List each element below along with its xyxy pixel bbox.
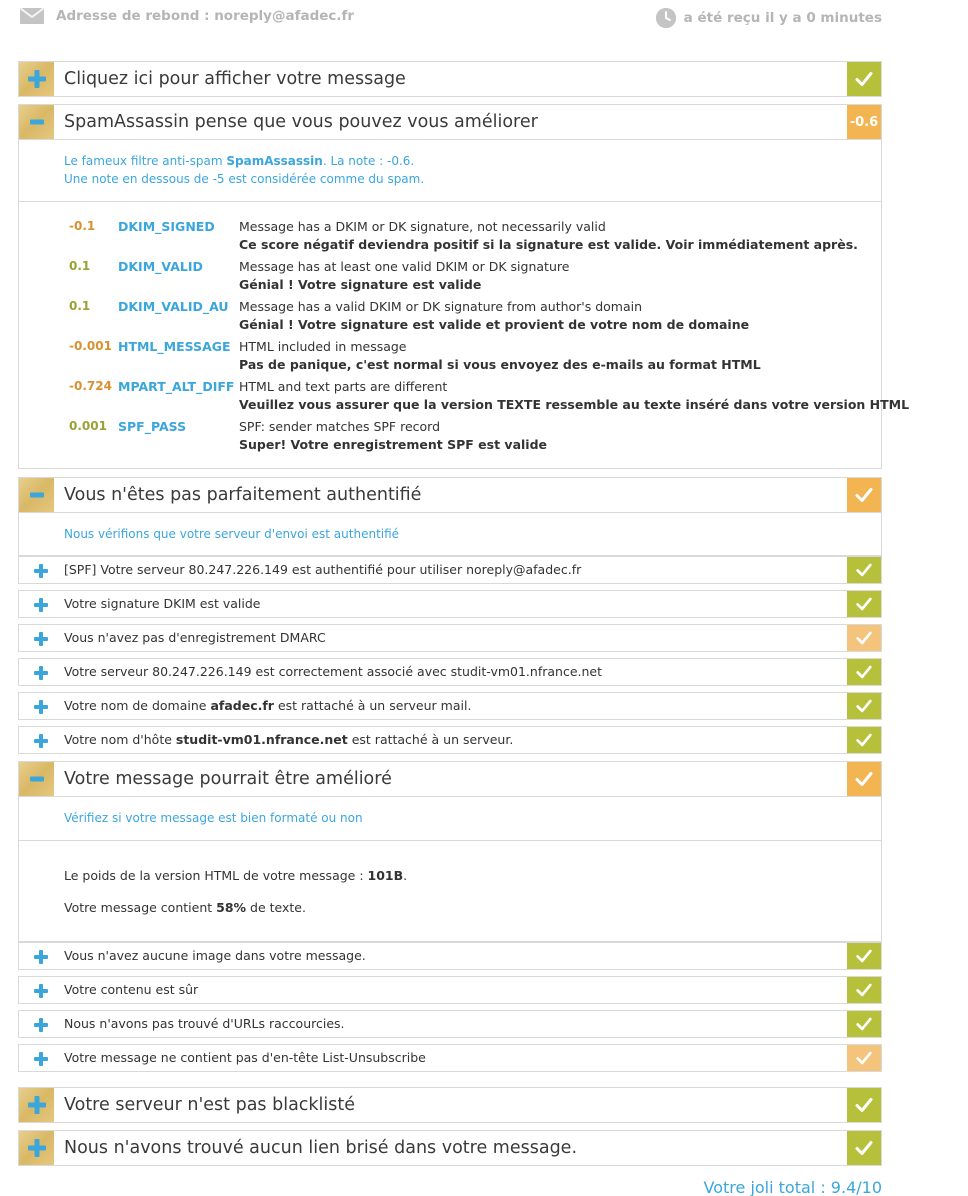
section-auth-header[interactable]: Vous n'êtes pas parfaitement authentifié — [18, 477, 882, 513]
auth-item[interactable]: Vous n'avez pas d'enregistrement DMARC — [18, 624, 882, 652]
format-item[interactable]: Vous n'avez aucune image dans votre mess… — [18, 942, 882, 970]
section-title: Votre serveur n'est pas blacklisté — [64, 1095, 356, 1115]
minus-icon — [27, 112, 47, 132]
html-weight: Le poids de la version HTML de votre mes… — [64, 868, 408, 883]
format-item[interactable]: Votre contenu est sûr — [18, 976, 882, 1004]
plus-icon[interactable] — [33, 983, 49, 999]
auth-intro-panel: Nous vérifions que votre serveur d'envoi… — [18, 513, 882, 556]
rule-row: 0.1 DKIM_VALID Message has at least one … — [69, 259, 570, 292]
rule-row: 0.001 SPF_PASS SPF: sender matches SPF r… — [69, 419, 548, 452]
rule-row: -0.001 HTML_MESSAGE HTML included in mes… — [69, 339, 761, 372]
auth-intro: Nous vérifions que votre serveur d'envoi… — [64, 527, 400, 541]
format-item[interactable]: Votre message ne contient pas d'en-tête … — [18, 1044, 882, 1072]
rule-row: -0.724 MPART_ALT_DIFF HTML and text part… — [69, 379, 910, 412]
check-icon — [847, 625, 881, 651]
expand-toggle[interactable] — [19, 1131, 54, 1165]
check-icon — [847, 591, 881, 617]
section-message-header[interactable]: Cliquez ici pour afficher votre message — [18, 61, 882, 97]
minus-icon — [27, 485, 47, 505]
clock-icon — [655, 8, 676, 28]
auth-item[interactable]: Votre nom de domaine afadec.fr est ratta… — [18, 692, 882, 720]
plus-icon — [27, 1095, 47, 1115]
received-info: a été reçu il y a 0 minutes — [655, 8, 882, 28]
divider — [19, 840, 881, 841]
check-icon — [847, 659, 881, 685]
section-format-header[interactable]: Votre message pourrait être amélioré — [18, 761, 882, 797]
auth-item[interactable]: Votre serveur 80.247.226.149 est correct… — [18, 658, 882, 686]
minus-icon — [27, 769, 47, 789]
section-title: Vous n'êtes pas parfaitement authentifié — [64, 485, 422, 505]
rule-row: 0.1 DKIM_VALID_AU Message has a valid DK… — [69, 299, 750, 332]
format-intro: Vérifiez si votre message est bien forma… — [64, 811, 363, 825]
collapse-toggle[interactable] — [19, 105, 54, 139]
check-icon — [847, 1088, 881, 1122]
text-ratio: Votre message contient 58% de texte. — [64, 900, 306, 915]
plus-icon[interactable] — [33, 665, 49, 681]
auth-item[interactable]: Votre nom d'hôte studit-vm01.nfrance.net… — [18, 726, 882, 754]
check-icon — [847, 62, 881, 96]
top-bar: Adresse de rebond : noreply@afadec.fr a … — [0, 0, 968, 36]
expand-toggle[interactable] — [19, 1088, 54, 1122]
section-spamassassin-header[interactable]: SpamAssassin pense que vous pouvez vous … — [18, 104, 882, 140]
envelope-icon — [20, 8, 44, 24]
spamassassin-panel: Le fameux filtre anti-spam SpamAssassin.… — [18, 140, 910, 469]
check-icon — [847, 1011, 881, 1037]
check-icon — [847, 727, 881, 753]
plus-icon[interactable] — [33, 949, 49, 965]
plus-icon[interactable] — [33, 699, 49, 715]
check-icon — [847, 1045, 881, 1071]
plus-icon — [27, 69, 47, 89]
plus-icon[interactable] — [33, 1017, 49, 1033]
expand-toggle[interactable] — [19, 62, 54, 96]
section-title: Cliquez ici pour afficher votre message — [64, 69, 406, 89]
section-title: Votre message pourrait être amélioré — [64, 769, 392, 789]
score-badge: -0.6 — [847, 105, 881, 139]
plus-icon[interactable] — [33, 631, 49, 647]
rule-row: -0.1 DKIM_SIGNED Message has a DKIM or D… — [69, 219, 858, 252]
divider — [19, 201, 881, 202]
section-title: Nous n'avons trouvé aucun lien brisé dan… — [64, 1138, 578, 1158]
check-icon — [847, 977, 881, 1003]
format-panel: Vérifiez si votre message est bien forma… — [18, 797, 882, 942]
check-icon — [847, 762, 881, 796]
section-title: SpamAssassin pense que vous pouvez vous … — [64, 112, 538, 132]
total-score: Votre joli total : 9.4/10 — [703, 1178, 882, 1196]
bounce-address: Adresse de rebond : noreply@afadec.fr — [56, 8, 355, 24]
collapse-toggle[interactable] — [19, 478, 54, 512]
plus-icon[interactable] — [33, 563, 49, 579]
check-icon — [847, 557, 881, 583]
check-icon — [847, 478, 881, 512]
auth-item[interactable]: Votre signature DKIM est valide — [18, 590, 882, 618]
section-blacklist-header[interactable]: Votre serveur n'est pas blacklisté — [18, 1087, 882, 1123]
auth-item[interactable]: [SPF] Votre serveur 80.247.226.149 est a… — [18, 556, 882, 584]
collapse-toggle[interactable] — [19, 762, 54, 796]
format-item[interactable]: Nous n'avons pas trouvé d'URLs raccourci… — [18, 1010, 882, 1038]
plus-icon — [27, 1138, 47, 1158]
check-icon — [847, 693, 881, 719]
plus-icon[interactable] — [33, 1051, 49, 1067]
section-links-header[interactable]: Nous n'avons trouvé aucun lien brisé dan… — [18, 1130, 882, 1166]
plus-icon[interactable] — [33, 597, 49, 613]
received-time: a été reçu il y a 0 minutes — [683, 10, 882, 26]
check-icon — [847, 943, 881, 969]
bounce-info: Adresse de rebond : noreply@afadec.fr — [20, 8, 354, 24]
check-icon — [847, 1131, 881, 1165]
plus-icon[interactable] — [33, 733, 49, 749]
spamassassin-intro: Le fameux filtre anti-spam SpamAssassin.… — [64, 154, 425, 186]
